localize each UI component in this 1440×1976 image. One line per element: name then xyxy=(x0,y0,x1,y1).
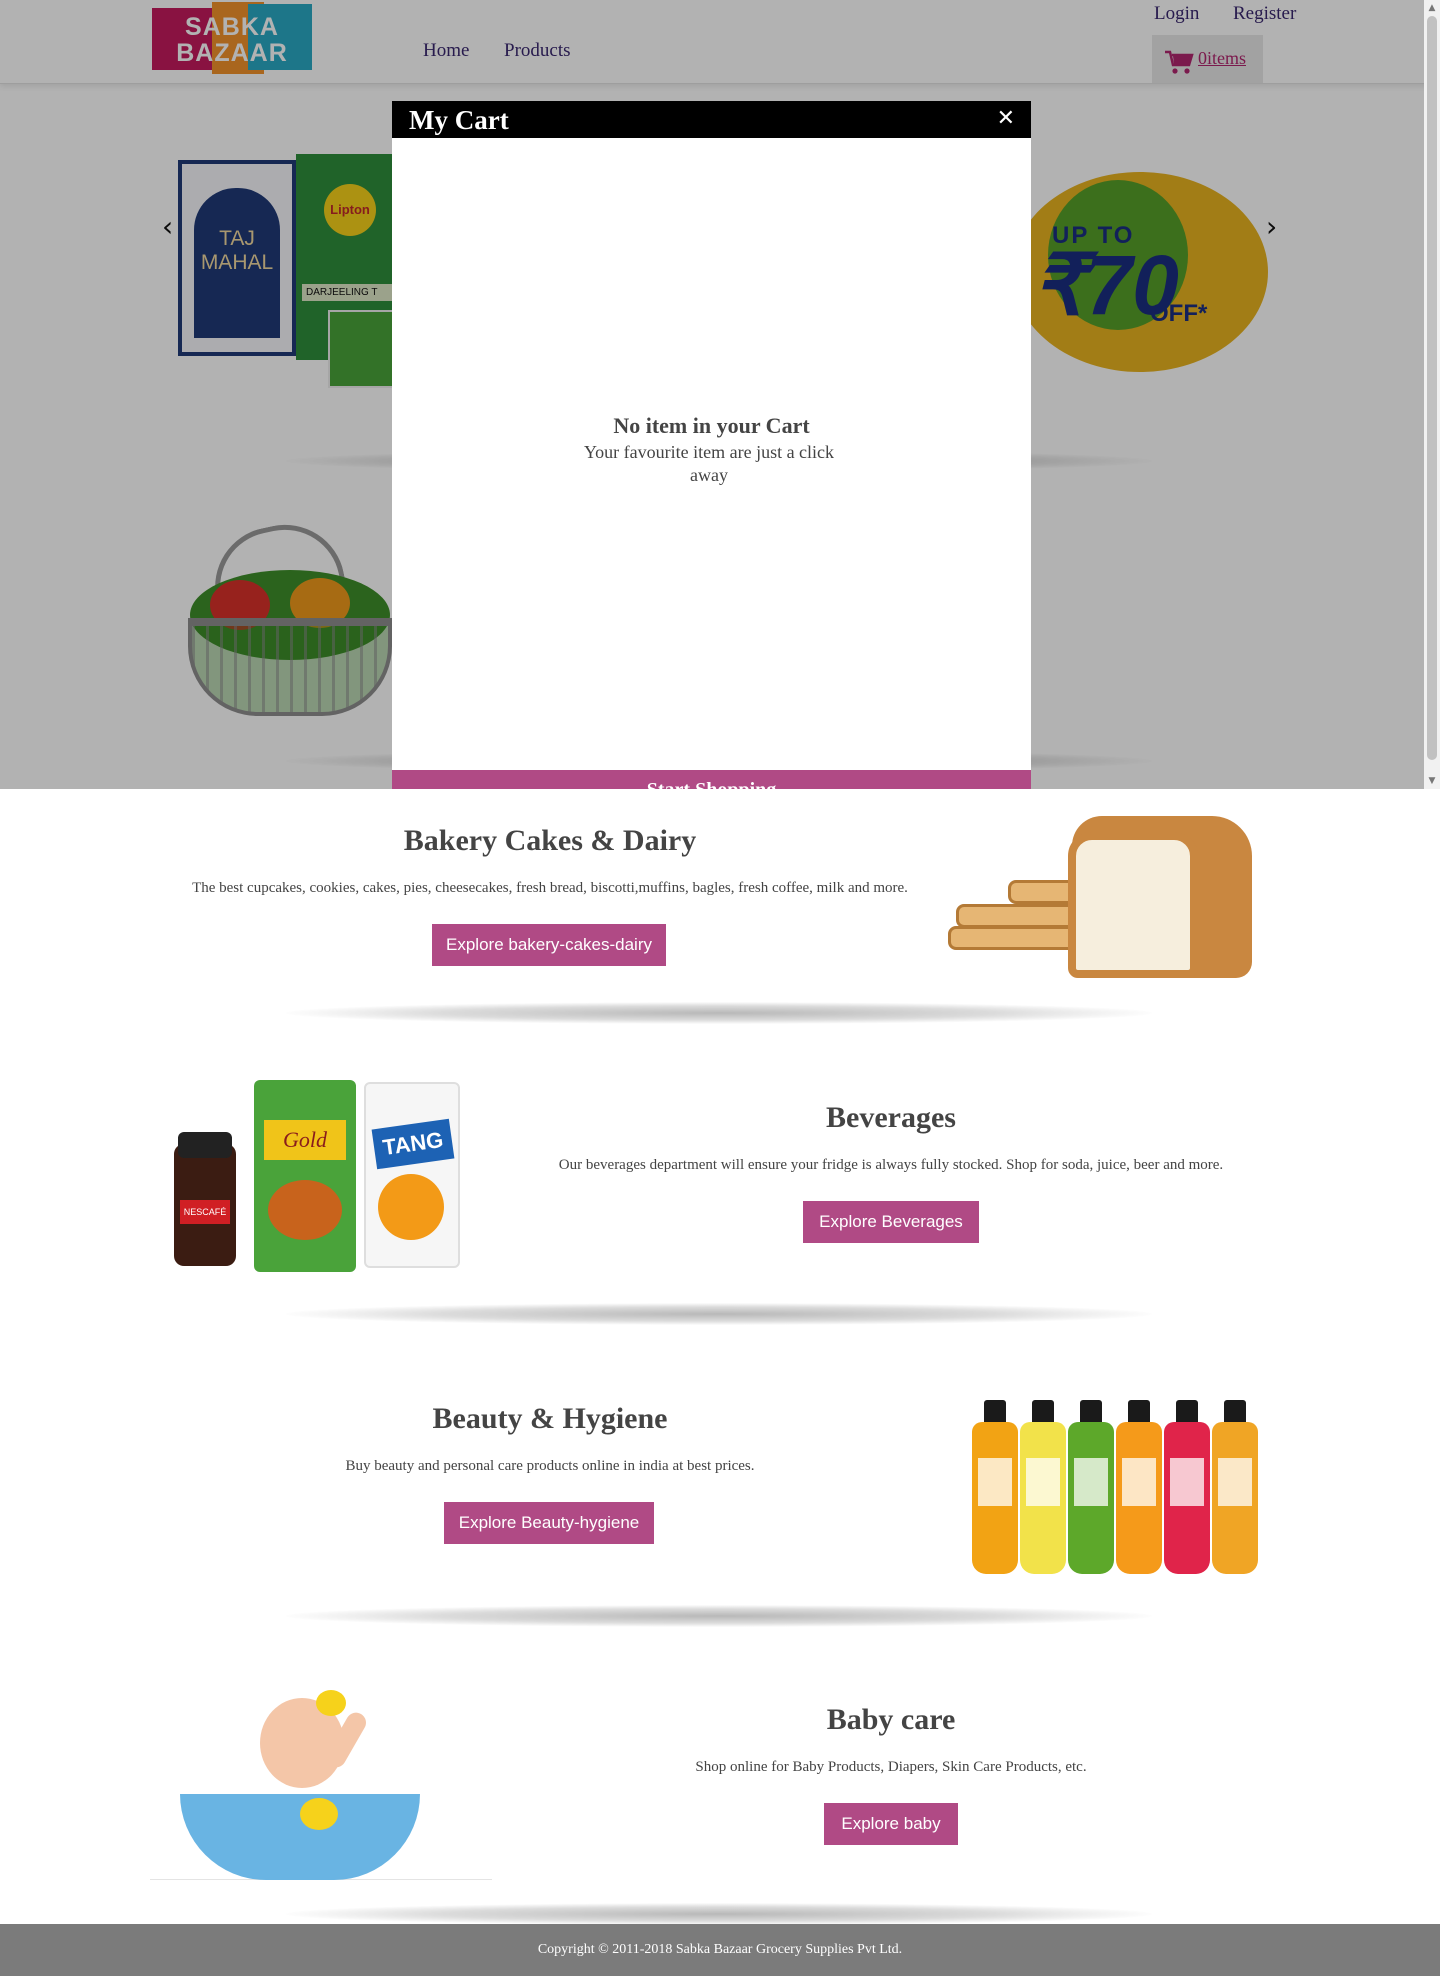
bakery-bread-image xyxy=(948,808,1290,984)
category-desc-bakery: The best cupcakes, cookies, cakes, pies,… xyxy=(192,880,908,896)
cart-modal: My Cart ✕ No item in your Cart Your favo… xyxy=(392,101,1031,789)
bottle-label xyxy=(1218,1458,1252,1506)
section-divider-shadow xyxy=(286,1303,1152,1325)
tang-label: TANG xyxy=(371,1118,455,1170)
close-icon[interactable]: ✕ xyxy=(997,105,1015,133)
cart-modal-title: My Cart xyxy=(409,105,509,135)
footer-copyright: Copyright © 2011-2018 Sabka Bazaar Groce… xyxy=(537,1942,903,1957)
beverages-products-image: NESCAFÉ Gold TANG xyxy=(170,1078,470,1274)
category-desc-beverages: Our beverages department will ensure you… xyxy=(558,1157,1224,1173)
baby-care-image xyxy=(150,1670,492,1880)
category-desc-baby: Shop online for Baby Products, Diapers, … xyxy=(695,1759,1087,1775)
section-divider-shadow xyxy=(286,1903,1152,1925)
cart-modal-header: My Cart ✕ xyxy=(392,101,1031,138)
tea-gold-pack: Gold xyxy=(254,1080,356,1272)
shower-gel-bottle xyxy=(1116,1400,1162,1576)
explore-bakery-button[interactable]: Explore bakery-cakes-dairy xyxy=(432,924,666,966)
coffee-jar-label: NESCAFÉ xyxy=(180,1200,230,1224)
scroll-down-arrow-icon[interactable]: ▼ xyxy=(1424,773,1440,789)
coffee-jar: NESCAFÉ xyxy=(174,1132,236,1266)
tea-gold-label: Gold xyxy=(264,1120,346,1160)
shower-gel-bottle xyxy=(1212,1400,1258,1576)
rubber-duck xyxy=(300,1798,338,1830)
bottle-label xyxy=(1026,1458,1060,1506)
category-title-beauty: Beauty & Hygiene xyxy=(432,1402,668,1435)
start-shopping-button[interactable]: Start Shopping xyxy=(392,770,1031,789)
bottle-label xyxy=(978,1458,1012,1506)
baby-bathtub xyxy=(180,1794,420,1880)
explore-beverages-button[interactable]: Explore Beverages xyxy=(803,1201,979,1243)
section-divider-shadow xyxy=(286,1605,1152,1627)
beauty-bottles-image xyxy=(972,1400,1272,1576)
explore-beauty-button[interactable]: Explore Beauty-hygiene xyxy=(444,1502,654,1544)
site-footer: Copyright © 2011-2018 Sabka Bazaar Groce… xyxy=(0,1924,1440,1976)
orange-graphic xyxy=(378,1174,444,1240)
scroll-up-arrow-icon[interactable]: ▲ xyxy=(1424,0,1440,16)
category-title-baby: Baby care xyxy=(826,1703,956,1736)
scrollbar-thumb[interactable] xyxy=(1427,16,1437,760)
category-title-bakery: Bakery Cakes & Dairy xyxy=(403,824,697,857)
bottle-label xyxy=(1170,1458,1204,1506)
shower-gel-bottle xyxy=(1068,1400,1114,1576)
bread-face xyxy=(1068,832,1198,978)
explore-baby-button[interactable]: Explore baby xyxy=(824,1803,958,1845)
shower-gel-bottle xyxy=(1164,1400,1210,1576)
coffee-jar-lid xyxy=(178,1132,232,1158)
empty-cart-title: No item in your Cart xyxy=(613,413,810,438)
category-desc-beauty: Buy beauty and personal care products on… xyxy=(345,1458,755,1474)
section-divider-shadow xyxy=(286,1002,1152,1024)
category-title-beverages: Beverages xyxy=(826,1101,956,1134)
shower-gel-bottle xyxy=(1020,1400,1066,1576)
empty-cart-subtitle: Your favourite item are just a click awa… xyxy=(583,442,835,485)
page-scrollbar[interactable]: ▲ ▼ xyxy=(1424,0,1440,789)
tea-cup-graphic xyxy=(268,1180,342,1240)
bottle-label xyxy=(1122,1458,1156,1506)
tang-pack: TANG xyxy=(364,1082,460,1268)
rubber-duck xyxy=(316,1690,346,1716)
bottle-label xyxy=(1074,1458,1108,1506)
shower-gel-bottle xyxy=(972,1400,1018,1576)
